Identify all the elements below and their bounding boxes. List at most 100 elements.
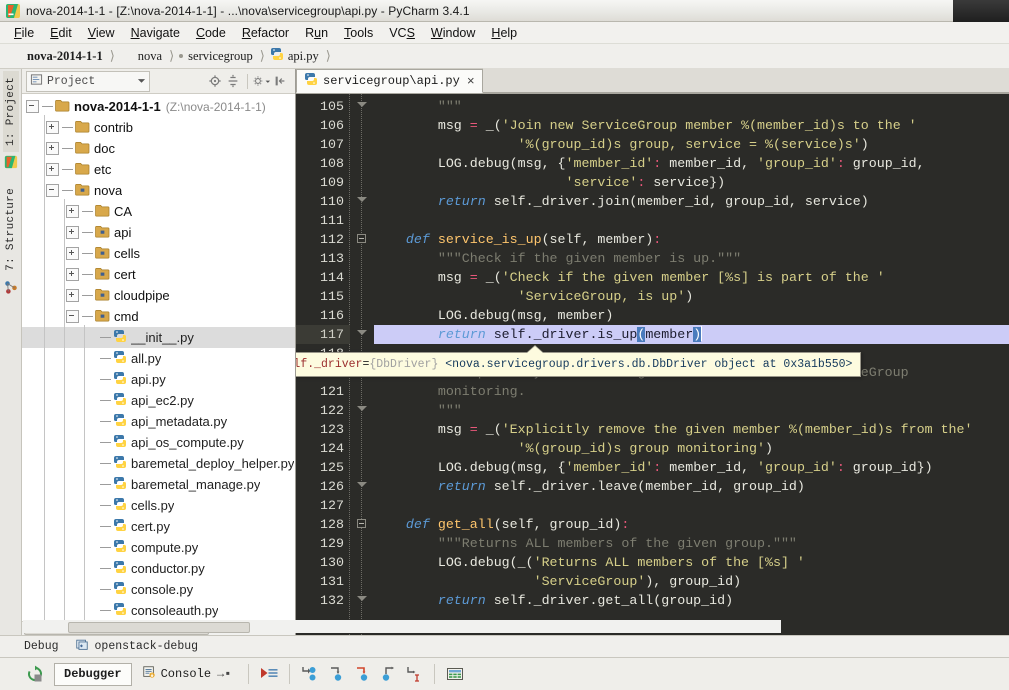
tree-file-api-py[interactable]: api.py [22,369,295,390]
expand-toggle-icon[interactable] [46,163,59,176]
code-line[interactable]: msg = _('Join new ServiceGroup member %(… [374,116,1009,135]
tree-file-api-os-compute-py[interactable]: api_os_compute.py [22,432,295,453]
code-line[interactable]: 'ServiceGroup, is up') [374,287,1009,306]
tree-file-api-ec2-py[interactable]: api_ec2.py [22,390,295,411]
tree-file-compute-py[interactable]: compute.py [22,537,295,558]
expand-toggle-icon[interactable] [46,121,59,134]
tree-file-api-metadata-py[interactable]: api_metadata.py [22,411,295,432]
collapse-all-icon[interactable] [224,72,242,90]
menu-run[interactable]: Run [297,24,336,42]
code-line[interactable]: msg = _('Explicitly remove the given mem… [374,420,1009,439]
collapse-toggle-icon[interactable] [46,184,59,197]
hide-panel-icon[interactable] [271,72,289,90]
code-line[interactable]: '%(group_id)s group monitoring') [374,439,1009,458]
code-line[interactable] [374,496,1009,515]
chevron-down-icon[interactable] [137,74,146,88]
code-line[interactable] [374,211,1009,230]
menu-navigate[interactable]: Navigate [123,24,188,42]
fold-end-icon[interactable] [357,405,368,416]
force-step-into-button[interactable] [349,662,375,686]
fold-collapse-icon[interactable] [357,234,368,245]
tree-file-cells-py[interactable]: cells.py [22,495,295,516]
breadcrumb-item-file[interactable]: api.py [267,47,322,65]
code-line[interactable]: def service_is_up(self, member): [374,230,1009,249]
menu-edit[interactable]: Edit [42,24,80,42]
show-execution-point-button[interactable] [256,662,282,686]
tree-node-cells[interactable]: cells [22,243,295,264]
menu-file[interactable]: File [6,24,42,42]
project-view-selector[interactable]: Project [26,70,150,92]
locate-icon[interactable] [206,72,224,90]
editor-tab-api-py[interactable]: servicegroup\api.py × [296,69,483,93]
tree-file-consoleauth-py[interactable]: consoleauth.py [22,600,295,621]
code-line[interactable]: """ [374,97,1009,116]
tree-file-all-py[interactable]: all.py [22,348,295,369]
run-to-cursor-button[interactable] [401,662,427,686]
tree-node-cert[interactable]: cert [22,264,295,285]
menu-vcs[interactable]: VCS [381,24,423,42]
menu-help[interactable]: Help [483,24,525,42]
window-controls[interactable] [953,0,1009,22]
fold-end-icon[interactable] [357,196,368,207]
code-line[interactable]: '%(group_id)s group, service = %(service… [374,135,1009,154]
menu-tools[interactable]: Tools [336,24,381,42]
breadcrumb-item-servicegroup[interactable]: servicegroup [176,49,256,64]
tree-file-baremetal-manage-py[interactable]: baremetal_manage.py [22,474,295,495]
settings-gear-icon[interactable] [253,72,271,90]
code-line[interactable]: LOG.debug(msg, member) [374,306,1009,325]
expand-toggle-icon[interactable] [66,247,79,260]
close-icon[interactable]: × [467,75,475,88]
expand-toggle-icon[interactable] [66,289,79,302]
scrollbar-thumb[interactable] [68,622,250,633]
code-line[interactable]: def get_all(self, group_id): [374,515,1009,534]
step-over-button[interactable] [297,662,323,686]
code-line-execution-point[interactable]: return self._driver.is_up(member) [374,325,1009,344]
tool-tab-project[interactable]: 1: Project [2,71,19,153]
tree-file-console-py[interactable]: console.py [22,579,295,600]
code-line[interactable]: """Returns ALL members of the given grou… [374,534,1009,553]
code-line[interactable]: return self._driver.leave(member_id, gro… [374,477,1009,496]
breadcrumb-item-project[interactable]: nova-2014-1-1 [24,49,106,64]
code-editor[interactable]: 105 106 107 108 109 110 111 112 113 114 115 116 117 1… [296,94,1009,635]
bottom-scrollbar[interactable] [23,620,781,633]
tree-node-doc[interactable]: doc [22,138,295,159]
menu-code[interactable]: Code [188,24,234,42]
code-line[interactable]: """ [374,401,1009,420]
expand-toggle-icon[interactable] [46,142,59,155]
tool-tab-structure[interactable]: 7: Structure [3,182,19,277]
tree-file--init-py[interactable]: __init__.py [22,327,295,348]
fold-collapse-icon[interactable] [357,519,368,530]
tree-node-etc[interactable]: etc [22,159,295,180]
run-configuration[interactable]: openstack-debug [75,638,198,656]
rerun-button[interactable] [22,662,48,686]
tree-node-api[interactable]: api [22,222,295,243]
debug-tab-console[interactable]: Console →▪ [132,663,242,686]
fold-end-icon[interactable] [357,481,368,492]
evaluate-expression-button[interactable] [442,662,468,686]
collapse-toggle-icon[interactable] [26,100,39,113]
pin-icon[interactable]: →▪ [217,667,231,681]
tree-node-cloudpipe[interactable]: cloudpipe [22,285,295,306]
step-out-button[interactable] [375,662,401,686]
breadcrumb-item-nova[interactable]: nova [135,49,165,64]
tree-node-contrib[interactable]: contrib [22,117,295,138]
code-line[interactable]: 'ServiceGroup'), group_id) [374,572,1009,591]
expand-toggle-icon[interactable] [66,226,79,239]
tree-file-baremetal-deploy-helper-py[interactable]: baremetal_deploy_helper.py [22,453,295,474]
code-line[interactable]: return self._driver.get_all(group_id) [374,591,1009,610]
step-into-button[interactable] [323,662,349,686]
expand-toggle-icon[interactable] [66,205,79,218]
tree-node-nova-2014-1-1[interactable]: nova-2014-1-1 (Z:\nova-2014-1-1) [22,96,295,117]
tree-node-nova[interactable]: nova [22,180,295,201]
code-line[interactable]: LOG.debug(_('Returns ALL members of the … [374,553,1009,572]
menu-window[interactable]: Window [423,24,483,42]
project-tree[interactable]: nova-2014-1-1 (Z:\nova-2014-1-1) contrib … [22,94,295,621]
expand-toggle-icon[interactable] [66,268,79,281]
menu-refactor[interactable]: Refactor [234,24,297,42]
tree-file-conductor-py[interactable]: conductor.py [22,558,295,579]
fold-end-icon[interactable] [357,329,368,340]
tree-node-ca[interactable]: CA [22,201,295,222]
code-line[interactable]: return self._driver.join(member_id, grou… [374,192,1009,211]
tree-file-cert-py[interactable]: cert.py [22,516,295,537]
debug-tab-debugger[interactable]: Debugger [54,662,132,686]
